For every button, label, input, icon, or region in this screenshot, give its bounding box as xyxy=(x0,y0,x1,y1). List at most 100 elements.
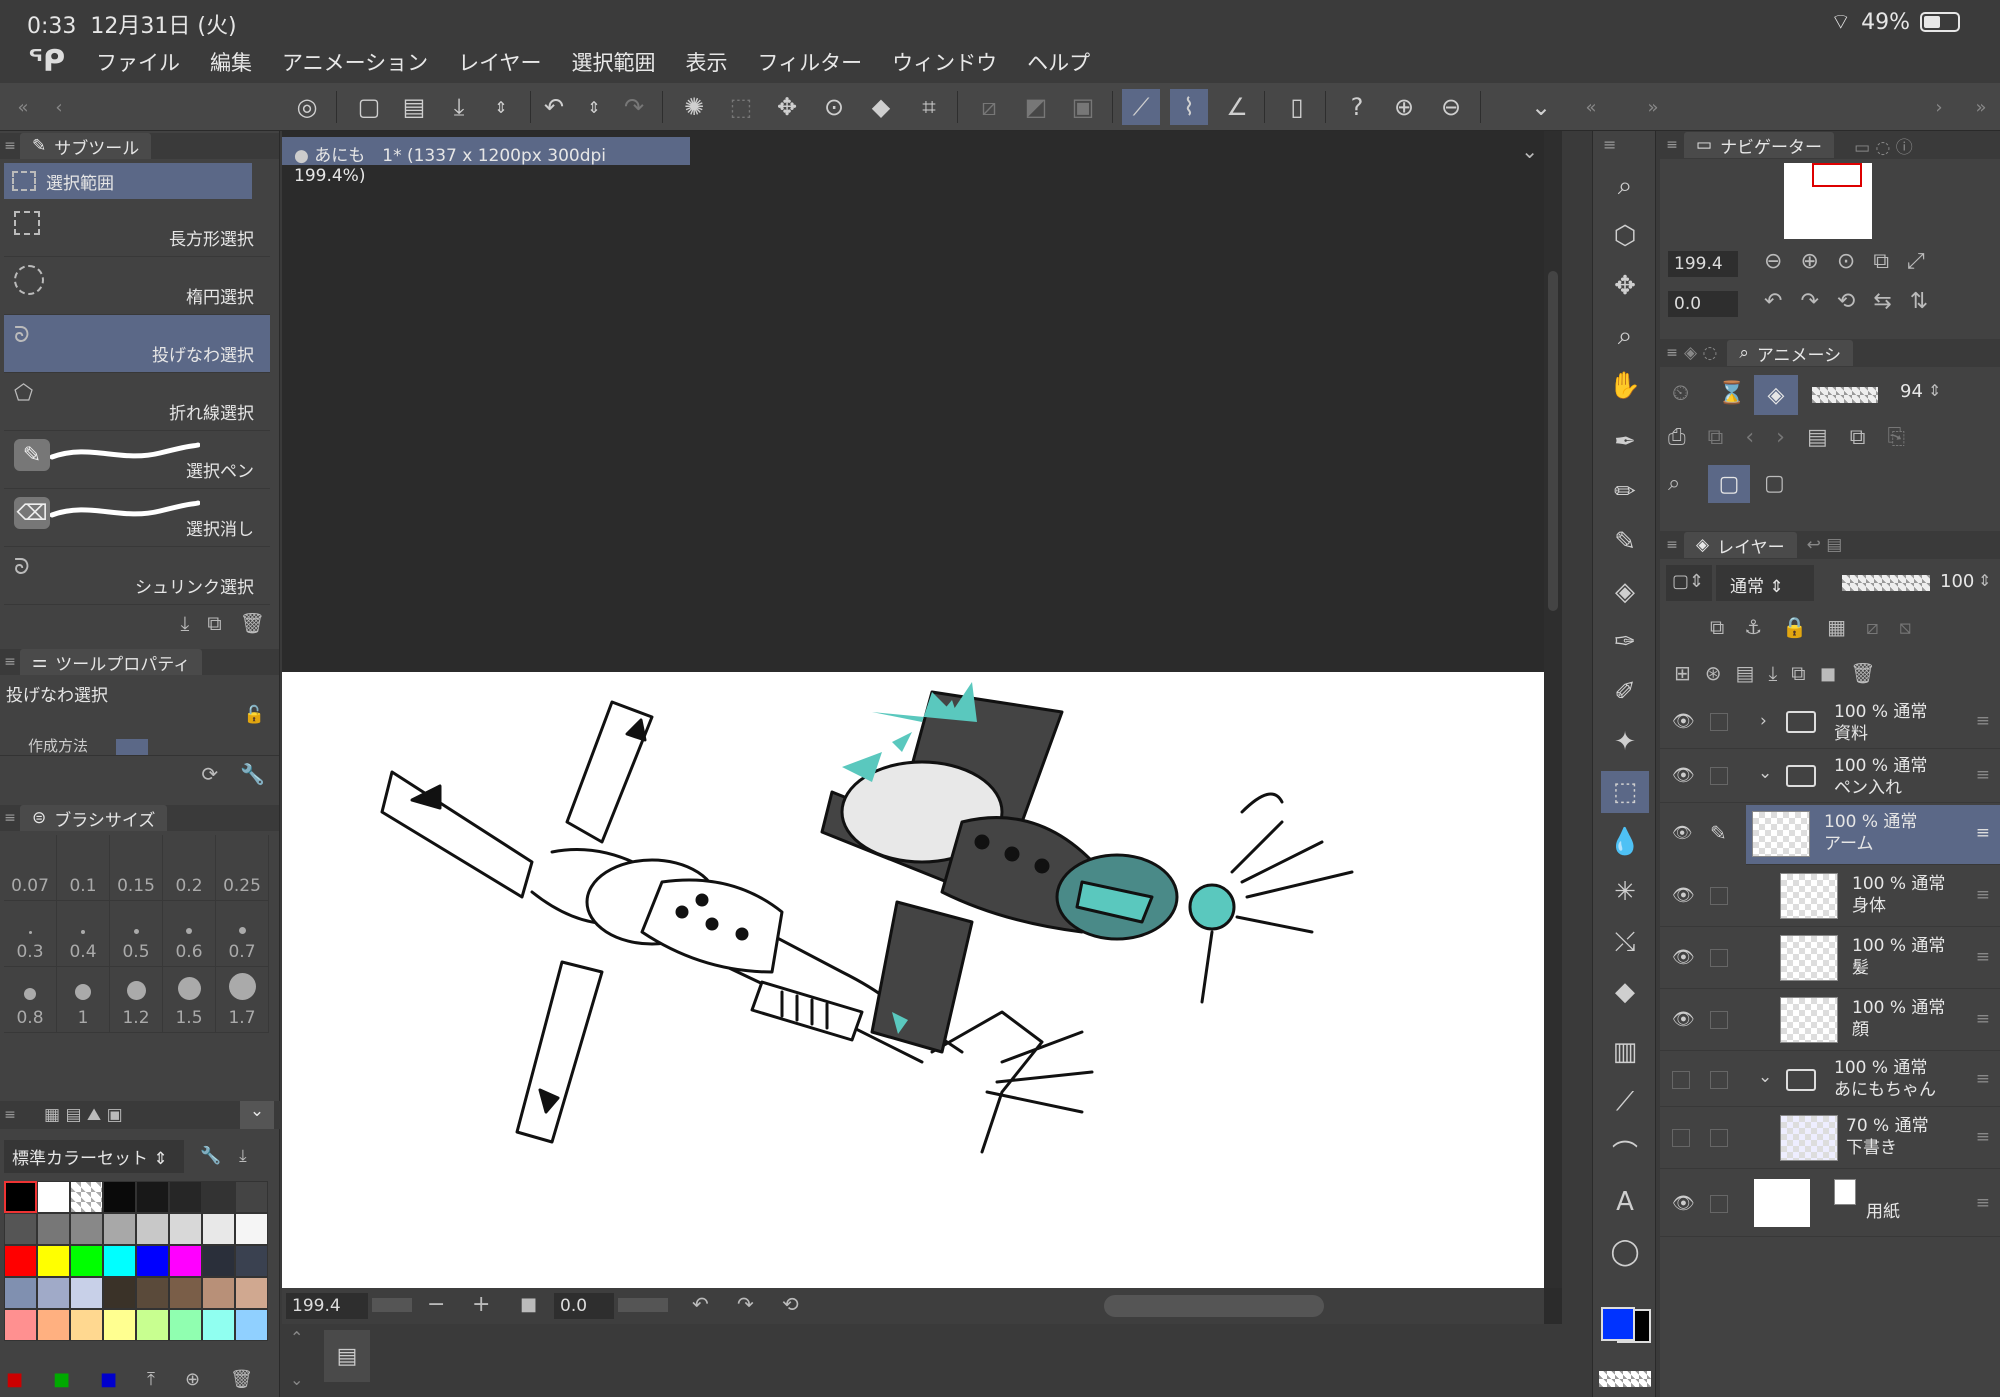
swatch[interactable] xyxy=(4,1181,37,1213)
layers-toggle-icon[interactable]: ◈ xyxy=(1754,375,1798,415)
app-logo-icon[interactable]: ᕿ xyxy=(0,44,96,79)
swatch[interactable] xyxy=(103,1277,136,1309)
creation-mode-button[interactable] xyxy=(116,739,148,755)
swatch[interactable] xyxy=(4,1277,37,1309)
flip-vertical-icon[interactable]: ⇅ xyxy=(1910,289,1928,314)
magnify-tool-icon[interactable]: ⌕ xyxy=(1601,315,1649,357)
swatch[interactable] xyxy=(202,1181,235,1213)
eye-icon[interactable]: 👁 xyxy=(1672,885,1695,906)
trash-icon[interactable]: 🗑 xyxy=(240,611,265,635)
redo-icon[interactable]: ↷ xyxy=(615,89,653,125)
text-tool-icon[interactable]: A xyxy=(1601,1181,1649,1223)
trash-icon[interactable]: 🗑 xyxy=(230,1369,253,1390)
brush-size-option[interactable]: 0.1 xyxy=(57,835,110,901)
export-frame-icon[interactable]: ⎙ xyxy=(1668,425,1686,450)
color-tabs-icon[interactable]: ▦ ▤ ⛰ ▣ xyxy=(44,1105,123,1125)
fit-icon[interactable]: ⊙ xyxy=(1837,249,1855,274)
reset-rotation-icon[interactable]: ⟲ xyxy=(782,1292,799,1316)
navigator-preview[interactable] xyxy=(1784,163,1872,239)
panel-toggle-icon[interactable]: ▤ xyxy=(324,1330,370,1382)
layer-checkbox[interactable] xyxy=(1710,1011,1728,1029)
zoom-field[interactable]: 199.4 xyxy=(286,1293,368,1319)
grip-icon[interactable]: ≡ xyxy=(0,654,20,670)
swatch[interactable] xyxy=(235,1309,268,1341)
brush-snap-icon[interactable]: ⌇ xyxy=(1170,89,1208,125)
save-icon[interactable]: ⤓ xyxy=(440,89,478,125)
fit-window-icon[interactable]: ⤢ xyxy=(1907,249,1925,274)
deselect-icon[interactable]: ▣ xyxy=(1064,89,1102,125)
balloon-tool-icon[interactable]: ◯ xyxy=(1601,1231,1649,1273)
brush-size-option[interactable]: 1.2 xyxy=(110,967,163,1033)
swatch[interactable] xyxy=(103,1181,136,1213)
stepper-icon[interactable]: ⇕ xyxy=(1978,571,1991,590)
rotation-slider[interactable] xyxy=(618,1298,668,1312)
clip-studio-icon[interactable]: ◎ xyxy=(288,89,326,125)
document-tab[interactable]: ● あにも 1* (1337 x 1200px 300dpi 199.4%) xyxy=(282,137,690,186)
tab-brushsize[interactable]: ⊜ ブラシサイズ xyxy=(20,805,168,831)
gradient-tool-icon[interactable]: ▥ xyxy=(1601,1031,1649,1073)
marker-tool-icon[interactable]: ✑ xyxy=(1601,621,1649,663)
next-frame-icon[interactable]: › xyxy=(1776,425,1785,450)
frame-edit-icon[interactable]: ▢ xyxy=(1764,471,1785,496)
swatch[interactable] xyxy=(202,1309,235,1341)
chevron-down-icon[interactable]: ⌄ xyxy=(240,1101,274,1129)
chevron-down-icon[interactable]: ⌄ xyxy=(1521,139,1538,163)
subtool-shrink[interactable]: ᘐ シュリンク選択 xyxy=(4,547,270,605)
frame-select-icon[interactable]: ▢ xyxy=(1708,465,1750,503)
menu-layer[interactable]: レイヤー xyxy=(458,47,541,77)
grip-icon[interactable]: ≡ xyxy=(0,138,20,154)
duplicate-icon[interactable]: ⧉ xyxy=(1850,425,1866,450)
actual-size-icon[interactable]: ⧉ xyxy=(1873,249,1889,274)
brush-size-option[interactable]: 1 xyxy=(57,967,110,1033)
menu-file[interactable]: ファイル xyxy=(96,47,180,77)
brush-tool-icon[interactable]: ✎ xyxy=(1601,521,1649,563)
panel-tabs-icon[interactable]: ↩ ▤ xyxy=(1807,535,1843,555)
fill-bucket-icon[interactable]: ◆ xyxy=(862,89,900,125)
import-icon[interactable]: ⤓ xyxy=(239,1146,247,1166)
menu-animation[interactable]: アニメーション xyxy=(282,47,428,77)
duplicate-icon[interactable]: ⧉ xyxy=(207,611,221,635)
tab-subtool[interactable]: ✎ サブツール xyxy=(20,133,152,159)
visibility-checkbox[interactable] xyxy=(1672,1129,1690,1147)
chevron-down-icon[interactable]: ⌄ xyxy=(1522,89,1560,125)
menu-window[interactable]: ウィンドウ xyxy=(892,47,997,77)
brush-size-option[interactable]: 0.2 xyxy=(163,835,216,901)
selection-tool-icon[interactable]: ⬚ xyxy=(1601,771,1649,813)
swatch-transparent[interactable] xyxy=(70,1181,103,1213)
swatch[interactable] xyxy=(37,1309,70,1341)
device-icon[interactable]: ▯ xyxy=(1278,89,1316,125)
subtool-polyline[interactable]: ⬠ 折れ線選択 xyxy=(4,373,270,431)
sparkle-tool-icon[interactable]: ✦ xyxy=(1601,721,1649,763)
eraser-tool-icon[interactable]: ◈ xyxy=(1601,571,1649,613)
zoom-slider[interactable] xyxy=(372,1298,412,1312)
layer-opacity-bar[interactable] xyxy=(1842,575,1930,591)
swatch[interactable] xyxy=(169,1181,202,1213)
save-chevron-icon[interactable]: ⇕ xyxy=(482,89,520,125)
swatch[interactable] xyxy=(169,1309,202,1341)
eyedropper-tool-icon[interactable]: ⤯ xyxy=(1601,921,1649,963)
rotation-field[interactable]: 0.0 xyxy=(554,1293,614,1319)
subtool-select-pen[interactable]: ✎ 選択ペン xyxy=(4,431,270,489)
transform-select-icon[interactable]: ⬚ xyxy=(722,89,760,125)
search-layer-icon[interactable]: ⌕ xyxy=(1668,471,1680,496)
swatch[interactable] xyxy=(70,1213,103,1245)
chevron-left-icon[interactable]: ‹ xyxy=(40,89,78,125)
paste-icon[interactable]: ⎘ xyxy=(1887,425,1905,450)
eye-icon[interactable]: 👁 xyxy=(1672,765,1695,786)
layer-checkbox[interactable] xyxy=(1710,949,1728,967)
eye-icon[interactable]: 👁 xyxy=(1672,823,1692,842)
layer-checkbox[interactable] xyxy=(1710,713,1728,731)
subtool-rect[interactable]: 長方形選択 xyxy=(4,199,270,257)
nav-zoom-field[interactable]: 199.4 xyxy=(1668,251,1738,277)
panel-tabs-icon[interactable]: ▭ ◌ ⓘ xyxy=(1854,133,1913,158)
swatch[interactable] xyxy=(4,1245,37,1277)
grip-icon[interactable]: ≡ xyxy=(1603,135,1616,154)
swatch[interactable] xyxy=(202,1245,235,1277)
grip-icon[interactable]: ≡ xyxy=(1660,137,1684,153)
layer-row-selected[interactable]: 100 % 通常 アーム ≡ xyxy=(1746,805,2000,865)
lock-icon[interactable]: 🔒 xyxy=(1782,615,1807,639)
clear-outside-icon[interactable]: ⧄ xyxy=(970,89,1008,125)
open-folder-icon[interactable]: ▤ xyxy=(1807,425,1828,450)
undo-icon[interactable]: ↶ xyxy=(535,89,573,125)
grip-icon[interactable]: ≡ xyxy=(0,810,20,826)
